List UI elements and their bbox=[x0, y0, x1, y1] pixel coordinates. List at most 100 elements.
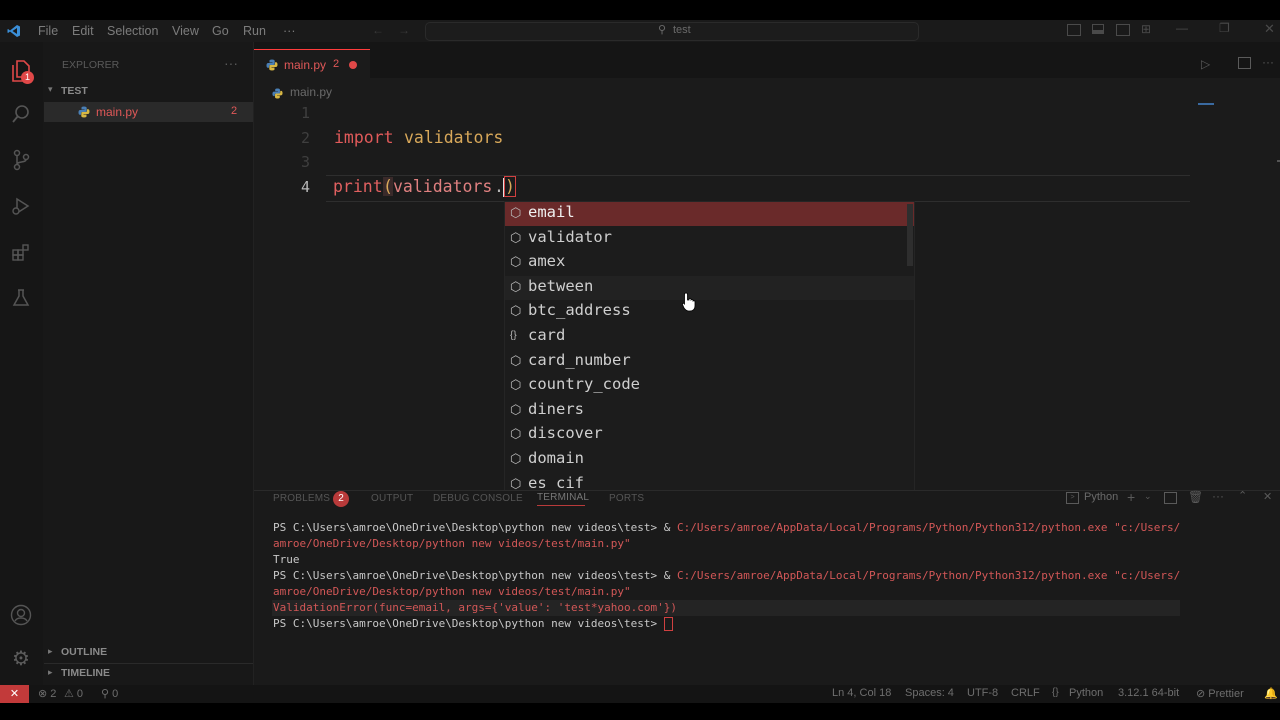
terminal-line: PS C:\Users\amroe\OneDrive\Desktop\pytho… bbox=[273, 521, 1180, 534]
close-window-icon[interactable]: ✕ bbox=[1264, 21, 1275, 37]
command-center-search[interactable]: test ⚲ bbox=[425, 22, 919, 41]
nav-back-icon[interactable]: ← bbox=[372, 23, 384, 37]
line-number: 1 bbox=[300, 104, 310, 122]
remote-indicator-icon[interactable]: ✕ bbox=[0, 685, 29, 703]
object-validators: validators bbox=[393, 177, 493, 196]
module-symbol-icon: ⬡ bbox=[510, 451, 522, 466]
terminal-command: C:/Users/amroe/AppData/Local/Programs/Py… bbox=[676, 521, 1181, 534]
suggestion-item[interactable]: ⬡ btc_address bbox=[505, 300, 914, 324]
terminal-command: C:/Users/amroe/AppData/Local/Programs/Py… bbox=[676, 569, 1181, 582]
folder-test[interactable]: TEST bbox=[61, 85, 88, 97]
tab-problems[interactable]: PROBLEMS bbox=[273, 493, 330, 504]
menu-file[interactable]: File bbox=[38, 24, 58, 38]
terminal-line: PS C:\Users\amroe\OneDrive\Desktop\pytho… bbox=[273, 569, 1180, 582]
python-file-icon bbox=[78, 105, 90, 118]
testing-flask-icon[interactable] bbox=[10, 288, 32, 310]
chevron-down-icon[interactable]: ⌄ bbox=[1144, 491, 1152, 502]
maximize-panel-icon[interactable]: ⌃ bbox=[1238, 489, 1247, 502]
nav-forward-icon[interactable]: → bbox=[398, 23, 410, 37]
toggle-secondary-sidebar-icon[interactable] bbox=[1116, 24, 1130, 36]
run-debug-icon[interactable] bbox=[10, 196, 32, 218]
suggestion-item[interactable]: ⬡ amex bbox=[505, 251, 914, 275]
suggestion-item[interactable]: ⬡ validator bbox=[505, 227, 914, 251]
timeline-section[interactable]: TIMELINE bbox=[61, 667, 110, 679]
search-text: test bbox=[673, 24, 691, 36]
suggestion-label: email bbox=[528, 203, 575, 221]
file-label-main-py[interactable]: main.py bbox=[96, 105, 138, 119]
notifications-bell-icon[interactable]: 🔔 bbox=[1264, 687, 1278, 700]
menu-more[interactable]: ··· bbox=[283, 24, 296, 38]
bottom-letterbox bbox=[0, 703, 1280, 720]
tab-terminal[interactable]: TERMINAL bbox=[537, 492, 589, 503]
status-eol[interactable]: CRLF bbox=[1011, 687, 1040, 699]
chevron-down-icon[interactable]: ▾ bbox=[48, 84, 53, 95]
activity-bar bbox=[0, 42, 43, 685]
tab-label[interactable]: main.py bbox=[284, 58, 326, 72]
suggestion-item[interactable]: ⬡ discover bbox=[505, 423, 914, 447]
customize-layout-icon[interactable]: ⊞ bbox=[1141, 22, 1151, 36]
unsaved-dot-icon[interactable] bbox=[349, 61, 357, 69]
status-prettier[interactable]: ⊘ Prettier bbox=[1196, 687, 1244, 700]
status-errors[interactable]: ⊗ 2 bbox=[38, 687, 56, 700]
chevron-right-icon[interactable]: ▸ bbox=[48, 667, 53, 678]
suggestion-item-selected[interactable]: ⬡ email bbox=[505, 202, 914, 226]
search-view-icon[interactable] bbox=[10, 104, 32, 126]
outline-section[interactable]: OUTLINE bbox=[61, 646, 107, 658]
kill-terminal-icon[interactable]: 🗑 bbox=[1188, 490, 1203, 504]
restore-icon[interactable]: ❐ bbox=[1219, 21, 1230, 35]
terminal-prompt: PS C:\Users\amroe\OneDrive\Desktop\pytho… bbox=[273, 569, 677, 582]
terminal-shell-name[interactable]: Python bbox=[1084, 491, 1118, 503]
split-editor-icon[interactable] bbox=[1238, 57, 1251, 69]
editor-more-icon[interactable]: ··· bbox=[1262, 55, 1274, 69]
panel-more-icon[interactable]: ··· bbox=[1212, 489, 1224, 503]
autocomplete-widget[interactable]: ⬡ email ⬡ validator ⬡ amex ⬡ between ⬡ b… bbox=[504, 201, 915, 498]
explorer-more-icon[interactable]: ··· bbox=[224, 55, 238, 71]
suggestion-label: diners bbox=[528, 399, 584, 418]
accounts-icon[interactable] bbox=[10, 604, 32, 626]
suggestion-item[interactable]: ⬡ domain bbox=[505, 448, 914, 472]
status-cursor-position[interactable]: Ln 4, Col 18 bbox=[832, 687, 891, 699]
run-python-file-icon[interactable]: ▷ bbox=[1201, 57, 1210, 71]
new-terminal-icon[interactable]: + bbox=[1127, 489, 1135, 505]
status-ports[interactable]: ⚲ 0 bbox=[101, 687, 118, 700]
problems-count-badge: 2 bbox=[333, 491, 349, 507]
suggestion-item-hover[interactable]: ⬡ between bbox=[505, 275, 914, 300]
status-encoding[interactable]: UTF-8 bbox=[967, 687, 998, 699]
status-interpreter[interactable]: 3.12.1 64-bit bbox=[1118, 687, 1179, 699]
close-panel-icon[interactable]: ✕ bbox=[1263, 490, 1272, 503]
minimize-icon[interactable]: — bbox=[1176, 21, 1188, 35]
editor-tab-strip bbox=[254, 42, 1280, 78]
menu-selection[interactable]: Selection bbox=[107, 24, 158, 38]
status-language[interactable]: Python bbox=[1069, 687, 1103, 699]
module-symbol-icon: ⬡ bbox=[510, 352, 522, 368]
split-terminal-icon[interactable] bbox=[1164, 492, 1177, 504]
suggestion-item[interactable]: ⬡ card_number bbox=[505, 350, 914, 374]
text-cursor bbox=[503, 178, 504, 197]
toggle-panel-icon[interactable] bbox=[1092, 24, 1104, 34]
suggestion-label: amex bbox=[528, 252, 566, 271]
chevron-right-icon[interactable]: ▸ bbox=[48, 646, 53, 657]
menu-edit[interactable]: Edit bbox=[72, 24, 94, 38]
menu-go[interactable]: Go bbox=[212, 24, 229, 38]
status-warnings[interactable]: ⚠ 0 bbox=[64, 687, 83, 700]
status-indentation[interactable]: Spaces: 4 bbox=[905, 687, 954, 699]
tab-debug-console[interactable]: DEBUG CONSOLE bbox=[433, 493, 523, 504]
menu-view[interactable]: View bbox=[172, 24, 199, 38]
suggestion-item[interactable]: ⬡ diners bbox=[505, 399, 914, 423]
terminal-line: amroe/OneDrive/Desktop/python new videos… bbox=[273, 585, 631, 598]
suggestion-label: domain bbox=[528, 449, 584, 467]
tab-ports[interactable]: PORTS bbox=[609, 493, 644, 504]
menu-run[interactable]: Run bbox=[243, 24, 266, 38]
suggestion-item[interactable]: ⬡ country_code bbox=[505, 374, 914, 398]
file-row-main-py[interactable] bbox=[44, 102, 253, 122]
source-control-icon[interactable] bbox=[10, 149, 32, 171]
extensions-icon[interactable] bbox=[10, 242, 32, 264]
suggestion-label: btc_address bbox=[528, 301, 631, 320]
suggestion-item[interactable]: {} card bbox=[505, 325, 914, 349]
suggest-scrollbar[interactable] bbox=[907, 204, 913, 266]
settings-gear-icon[interactable]: ⚙ bbox=[10, 648, 32, 670]
terminal-error-output: ValidationError(func=email, args={'value… bbox=[273, 601, 677, 614]
tab-output[interactable]: OUTPUT bbox=[371, 493, 413, 504]
breadcrumb[interactable]: main.py bbox=[290, 85, 332, 99]
toggle-sidebar-icon[interactable] bbox=[1067, 24, 1081, 36]
